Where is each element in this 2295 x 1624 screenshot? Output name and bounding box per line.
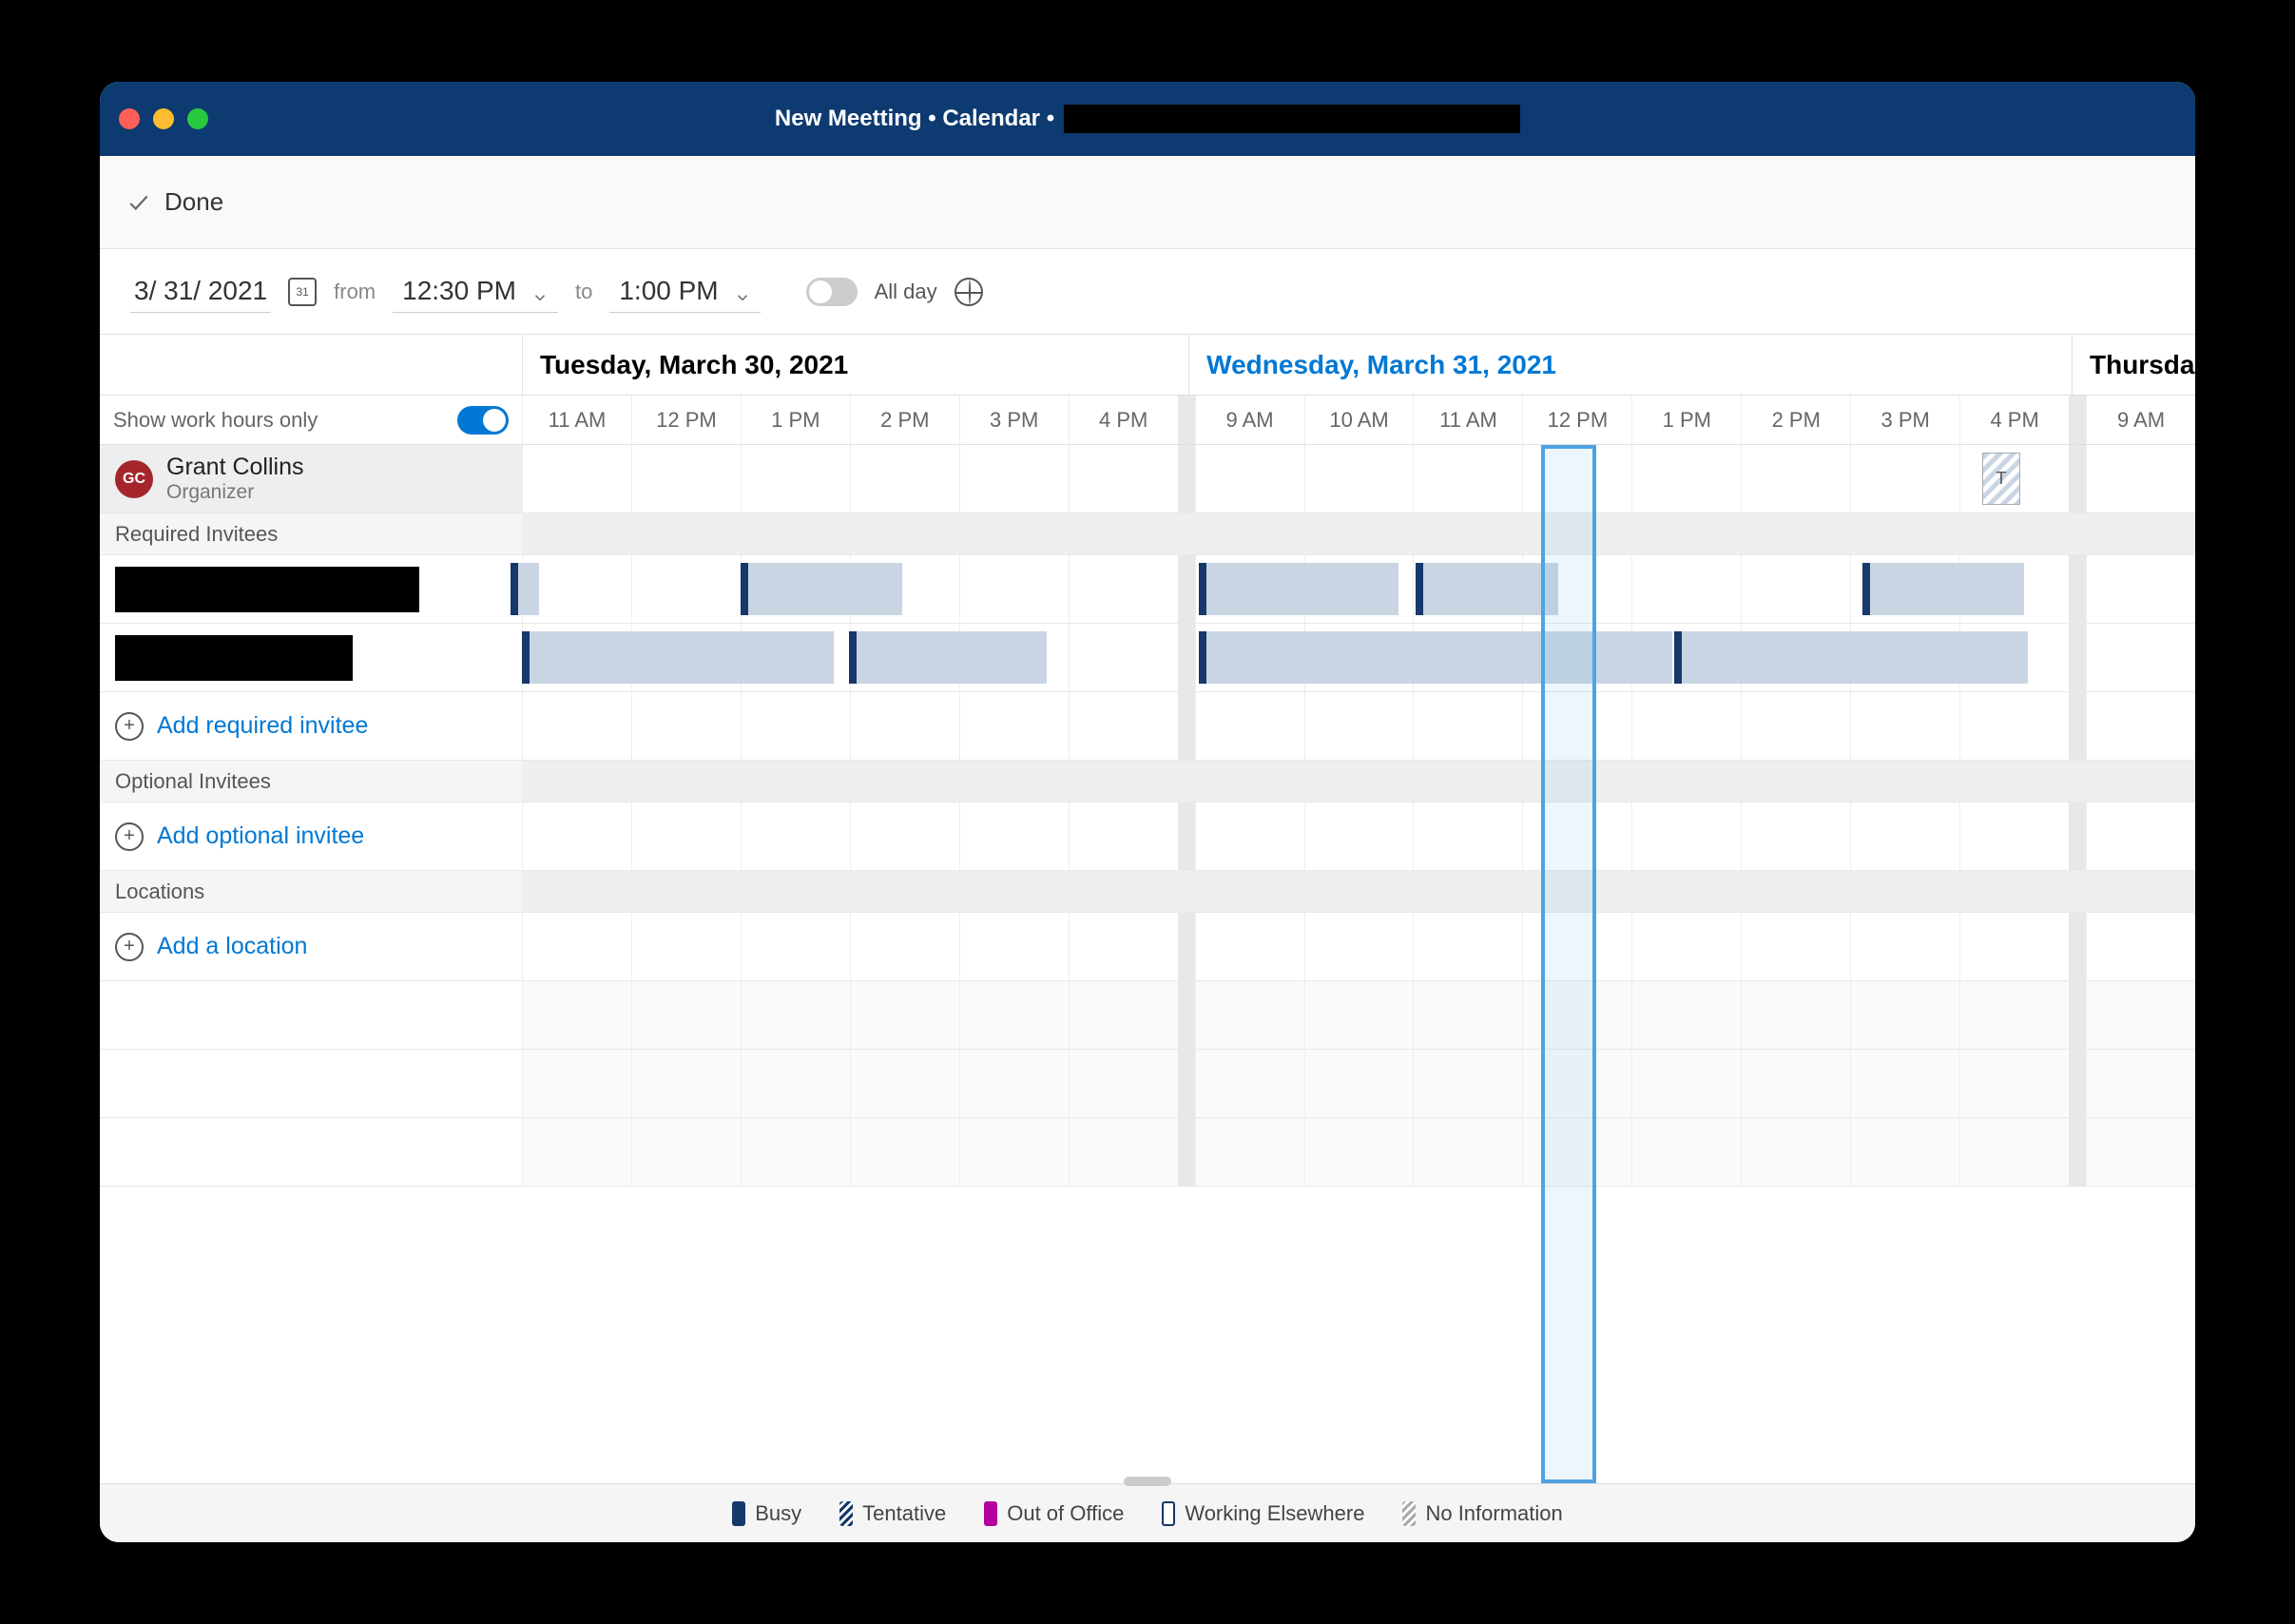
day-header: Thursday (2072, 335, 2195, 395)
required-invitee-row (100, 555, 2195, 624)
to-time-value: 1:00 PM (619, 276, 718, 306)
legend-busy: Busy (732, 1501, 801, 1526)
busy-block[interactable] (849, 631, 1047, 684)
chevron-down-icon (734, 282, 751, 300)
hour-header: 12 PM (631, 396, 741, 444)
day-header: Tuesday, March 30, 2021 (522, 335, 1188, 395)
hour-header: 11 AM (522, 396, 631, 444)
legend-working-elsewhere: Working Elsewhere (1162, 1501, 1364, 1526)
busy-block[interactable] (1416, 563, 1558, 615)
optional-section-header: Optional Invitees (100, 761, 2195, 802)
plus-icon: + (115, 712, 144, 741)
window-controls (119, 108, 208, 129)
add-optional-link[interactable]: Add optional invitee (157, 822, 364, 850)
from-time-value: 12:30 PM (402, 276, 516, 306)
busy-block[interactable] (522, 631, 834, 684)
legend-tentative: Tentative (839, 1501, 946, 1526)
busy-block[interactable] (511, 563, 539, 615)
from-time-dropdown[interactable]: 12:30 PM (393, 270, 558, 313)
required-label: Required Invitees (115, 522, 278, 547)
title-account-redacted (1064, 105, 1520, 133)
toolbar: Done (100, 156, 2195, 249)
avatar: GC (115, 460, 153, 498)
plus-icon: + (115, 822, 144, 851)
add-location-row: + Add a location (100, 913, 2195, 981)
invitee-redacted (115, 635, 353, 681)
minimize-window-button[interactable] (153, 108, 174, 129)
done-label: Done (164, 187, 223, 217)
checkmark-icon (126, 190, 151, 215)
calendar-icon[interactable]: 31 (288, 278, 317, 306)
add-location-link[interactable]: Add a location (157, 933, 307, 960)
legend-no-information: No Information (1402, 1501, 1562, 1526)
close-window-button[interactable] (119, 108, 140, 129)
required-invitee-row (100, 624, 2195, 692)
required-section-header: Required Invitees (100, 513, 2195, 555)
empty-row (100, 981, 2195, 1050)
done-button[interactable]: Done (126, 187, 223, 217)
optional-label: Optional Invitees (115, 769, 271, 794)
chevron-down-icon (531, 282, 549, 300)
legend-footer: Busy Tentative Out of Office Working Els… (100, 1483, 2195, 1542)
invitee-timeline[interactable] (522, 555, 2195, 623)
hour-header: 4 PM (1069, 396, 1178, 444)
to-label: to (575, 280, 592, 304)
locations-label: Locations (115, 880, 204, 904)
hour-header: 4 PM (1959, 396, 2069, 444)
empty-row (100, 1050, 2195, 1118)
plus-icon: + (115, 933, 144, 961)
organizer-role: Organizer (166, 481, 304, 504)
attendee-rows: GC Grant Collins Organizer T Required In… (100, 445, 2195, 1483)
schedule-grid: Tuesday, March 30, 2021Wednesday, March … (100, 335, 2195, 1483)
hour-header: 1 PM (1631, 396, 1741, 444)
legend-out-of-office: Out of Office (984, 1501, 1124, 1526)
window-title: New Meetting • Calendar • (775, 105, 1520, 133)
hour-header: 1 PM (741, 396, 850, 444)
busy-block[interactable] (741, 563, 902, 615)
hour-header: 9 AM (2086, 396, 2195, 444)
add-optional-row: + Add optional invitee (100, 802, 2195, 871)
hour-header: 12 PM (1522, 396, 1631, 444)
hour-header: 10 AM (1304, 396, 1414, 444)
hour-header-row: Show work hours only 11 AM12 PM1 PM2 PM3… (100, 396, 2195, 445)
busy-block[interactable] (1199, 563, 1398, 615)
title-text: New Meetting • Calendar • (775, 106, 1054, 132)
organizer-row: GC Grant Collins Organizer T (100, 445, 2195, 513)
scheduling-assistant-window: New Meetting • Calendar • Done 3/ 31/ 20… (100, 82, 2195, 1542)
date-field[interactable]: 3/ 31/ 2021 (130, 270, 271, 313)
busy-block[interactable] (1862, 563, 2024, 615)
hour-header: 3 PM (959, 396, 1069, 444)
show-work-hours-toggle[interactable] (457, 406, 509, 435)
all-day-toggle[interactable] (806, 278, 858, 306)
busy-block[interactable] (1674, 631, 2028, 684)
invitee-redacted (115, 567, 419, 612)
invitee-timeline[interactable] (522, 624, 2195, 691)
busy-block[interactable] (1199, 631, 1672, 684)
organizer-name: Grant Collins (166, 454, 304, 481)
to-time-dropdown[interactable]: 1:00 PM (609, 270, 760, 313)
locations-section-header: Locations (100, 871, 2195, 913)
organizer-timeline[interactable]: T (522, 445, 2195, 512)
time-bar: 3/ 31/ 2021 31 from 12:30 PM to 1:00 PM … (100, 249, 2195, 335)
show-work-hours-label: Show work hours only (113, 408, 318, 433)
titlebar: New Meetting • Calendar • (100, 82, 2195, 156)
tentative-block[interactable]: T (1982, 453, 2020, 505)
timezone-icon[interactable] (955, 278, 983, 306)
add-required-row: + Add required invitee (100, 692, 2195, 761)
scroll-handle[interactable] (1124, 1477, 1171, 1486)
empty-row (100, 1118, 2195, 1187)
zoom-window-button[interactable] (187, 108, 208, 129)
hour-header: 2 PM (850, 396, 959, 444)
all-day-label: All day (875, 280, 937, 304)
day-header: Wednesday, March 31, 2021 (1188, 335, 2072, 395)
hour-header: 11 AM (1413, 396, 1522, 444)
add-required-link[interactable]: Add required invitee (157, 712, 368, 740)
day-header-row: Tuesday, March 30, 2021Wednesday, March … (100, 335, 2195, 396)
hour-header: 9 AM (1195, 396, 1304, 444)
hour-header: 2 PM (1741, 396, 1850, 444)
hour-header: 3 PM (1850, 396, 1959, 444)
from-label: from (334, 280, 376, 304)
